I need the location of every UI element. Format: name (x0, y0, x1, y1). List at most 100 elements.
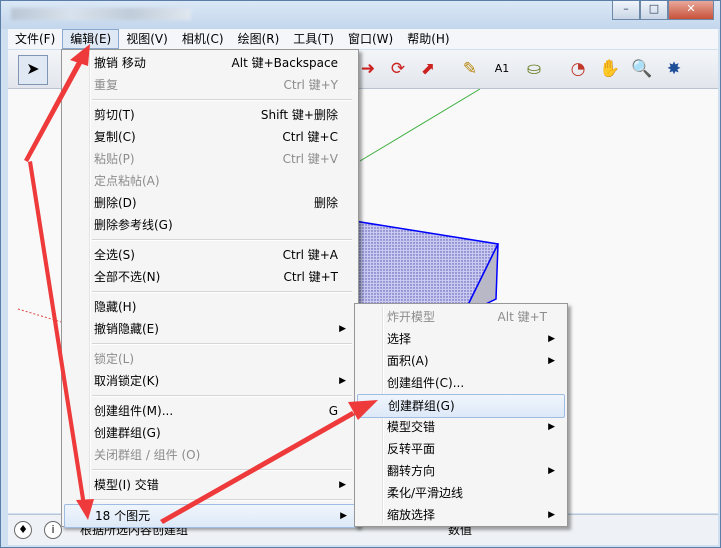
text-icon[interactable]: A1 (488, 55, 516, 83)
menu-item-label: 关闭群组 / 组件 (O) (94, 448, 201, 462)
menu-item-label: 删除(D) (94, 196, 137, 210)
scale-icon[interactable]: ⬈ (414, 55, 442, 83)
menu-item: 炸开模型 Alt 键+T (357, 306, 563, 328)
menu-item-shortcut: 删除 (313, 196, 338, 210)
menu-item[interactable]: 全部不选(N) Ctrl 键+T (64, 266, 354, 288)
menu-item[interactable]: 选择 ▶ (357, 328, 563, 350)
menu-item-shortcut: Alt 键+Backspace (231, 56, 338, 70)
menu-item[interactable]: 反转平面 (357, 438, 563, 460)
menu-item: 重复 Ctrl 键+Y (64, 74, 354, 96)
title-bar: – □ ✕ (1, 1, 720, 29)
menu-separator (92, 499, 352, 501)
menu-draw[interactable]: 绘图(R) (231, 29, 287, 49)
menu-item[interactable]: 撤销隐藏(E) ▶ (64, 318, 354, 340)
menu-view[interactable]: 视图(V) (119, 29, 175, 49)
menu-item-label: 翻转方向 (387, 464, 436, 478)
menu-tools[interactable]: 工具(T) (286, 29, 341, 49)
menu-file[interactable]: 文件(F) (8, 29, 62, 49)
submenu-arrow-icon: ▶ (339, 376, 346, 386)
submenu-arrow-icon: ▶ (339, 480, 346, 490)
menu-separator (92, 469, 352, 471)
menu-item[interactable]: 模型(I) 交错 ▶ (64, 474, 354, 496)
menu-edit[interactable]: 编辑(E) (62, 29, 120, 49)
submenu-arrow-icon: ▶ (340, 511, 347, 521)
green-axis (359, 89, 481, 162)
menu-camera[interactable]: 相机(C) (175, 29, 231, 49)
menu-item-label: 隐藏(H) (94, 300, 137, 314)
menu-item-label: 定点粘帖(A) (94, 174, 160, 188)
menu-item[interactable]: 剪切(T) Shift 键+删除 (64, 104, 354, 126)
geo-location-icon[interactable]: ♦ (14, 521, 32, 539)
menu-item-shortcut: Alt 键+T (497, 310, 547, 324)
menu-item-shortcut: Ctrl 键+T (283, 270, 338, 284)
submenu-arrow-icon: ▶ (548, 334, 555, 344)
menu-separator (92, 343, 352, 345)
menu-item[interactable]: 撤销 移动 Alt 键+Backspace (64, 52, 354, 74)
menu-item: 定点粘帖(A) (64, 170, 354, 192)
menu-window[interactable]: 窗口(W) (341, 29, 400, 49)
rotate-icon[interactable]: ⟳ (384, 55, 412, 83)
menu-item-label: 锁定(L) (94, 352, 135, 366)
menu-item[interactable]: 删除参考线(G) (64, 214, 354, 236)
menu-item-label: 18 个图元 (95, 509, 151, 523)
menu-item-shortcut: Ctrl 键+C (282, 130, 338, 144)
menu-item-label: 重复 (94, 78, 119, 92)
menu-item-label: 取消锁定(K) (94, 374, 160, 388)
menu-item-label: 创建组件(M)... (94, 404, 174, 418)
menu-item[interactable]: 取消锁定(K) ▶ (64, 370, 354, 392)
menu-item-label: 撤销 移动 (94, 56, 146, 70)
menu-item[interactable]: 删除(D) 删除 (64, 192, 354, 214)
menu-help[interactable]: 帮助(H) (400, 29, 456, 49)
menu-bar: 文件(F) 编辑(E) 视图(V) 相机(C) 绘图(R) 工具(T) 窗口(W) 帮助(H) (8, 29, 718, 49)
menu-separator (92, 291, 352, 293)
menu-item-shortcut: Shift 键+删除 (260, 108, 338, 122)
menu-item[interactable]: 全选(S) Ctrl 键+A (64, 244, 354, 266)
menu-item[interactable]: 复制(C) Ctrl 键+C (64, 126, 354, 148)
submenu-arrow-icon: ▶ (548, 466, 555, 476)
menu-item[interactable]: 模型交错 ▶ (357, 416, 563, 438)
paint-bucket-icon[interactable]: ⛀ (520, 55, 548, 83)
info-icon[interactable]: i (44, 521, 62, 539)
menu-item-label: 模型交错 (387, 420, 436, 434)
window-controls: – □ ✕ (612, 1, 714, 20)
menu-item[interactable]: 柔化/平滑边线 (357, 482, 563, 504)
menu-item-label: 创建群组(G) (388, 399, 455, 413)
menu-item-label: 缩放选择 (387, 508, 436, 522)
menu-item-label: 反转平面 (387, 442, 436, 456)
menu-item-label: 剪切(T) (94, 108, 135, 122)
menu-item[interactable]: 隐藏(H) (64, 296, 354, 318)
menu-item-label: 炸开模型 (387, 310, 436, 324)
menu-item[interactable]: 18 个图元 ▶ (64, 504, 356, 528)
menu-item[interactable]: 创建组件(M)... G (64, 400, 354, 422)
menu-item-shortcut: Ctrl 键+A (282, 248, 338, 262)
menu-item: 关闭群组 / 组件 (O) (64, 444, 354, 466)
menu-item-shortcut: G (328, 404, 338, 418)
tape-measure-icon[interactable]: ✎ (456, 55, 484, 83)
pan-icon[interactable]: ✋ (596, 55, 624, 83)
arrow-cursor-icon[interactable]: ➤ (18, 55, 48, 85)
submenu-arrow-icon: ▶ (548, 422, 555, 432)
menu-item[interactable]: 创建组件(C)... (357, 372, 563, 394)
zoom-extents-icon[interactable]: ✸ (660, 55, 688, 83)
menu-item[interactable]: 创建群组(G) (357, 394, 565, 418)
menu-item-label: 粘贴(P) (94, 152, 135, 166)
maximize-button[interactable]: □ (640, 1, 668, 20)
zoom-icon[interactable]: 🔍 (628, 55, 656, 83)
menu-item[interactable]: 翻转方向 ▶ (357, 460, 563, 482)
menu-item[interactable]: 缩放选择 ▶ (357, 504, 563, 526)
submenu-arrow-icon: ▶ (548, 510, 555, 520)
submenu-arrow-icon: ▶ (548, 356, 555, 366)
menu-item[interactable]: 面积(A) ▶ (357, 350, 563, 372)
blurred-window-title (11, 8, 191, 20)
menu-item-shortcut: Ctrl 键+V (282, 152, 338, 166)
menu-item[interactable]: 创建群组(G) (64, 422, 354, 444)
menu-item-label: 创建群组(G) (94, 426, 161, 440)
minimize-button[interactable]: – (612, 1, 640, 20)
orbit-icon[interactable]: ◔ (564, 55, 592, 83)
menu-item: 粘贴(P) Ctrl 键+V (64, 148, 354, 170)
close-button[interactable]: ✕ (668, 1, 714, 20)
menu-separator (92, 239, 352, 241)
menu-item-label: 复制(C) (94, 130, 136, 144)
menu-separator (92, 99, 352, 101)
entities-submenu: 炸开模型 Alt 键+T 选择 ▶ 面积(A) ▶ 创建组件(C)... 创建群组(G) 模型交… (354, 303, 568, 527)
